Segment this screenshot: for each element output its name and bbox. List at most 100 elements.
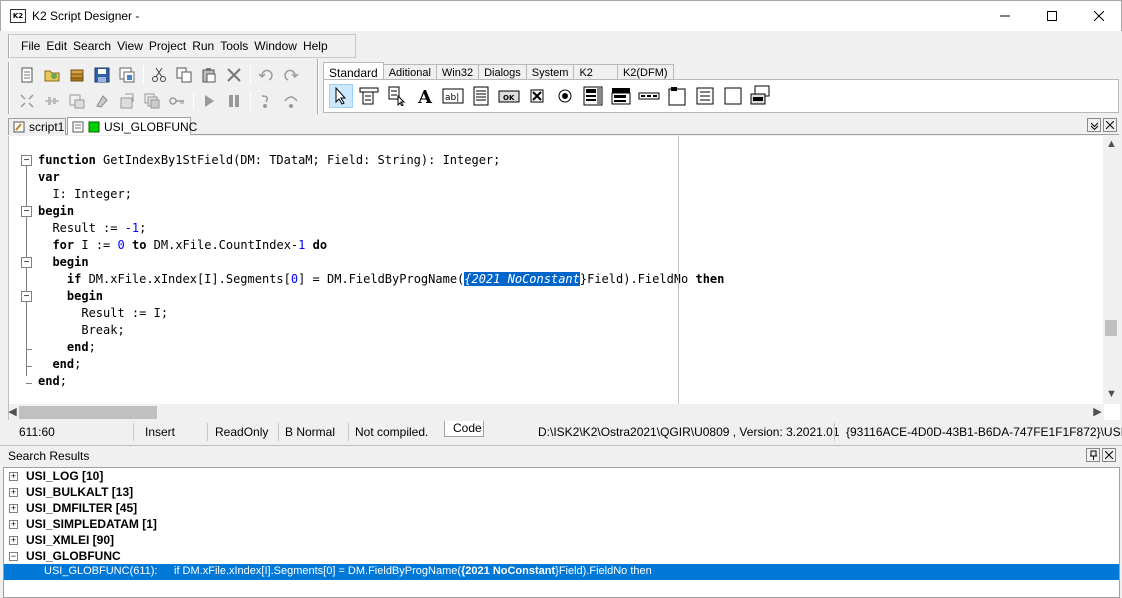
key-button[interactable] bbox=[168, 92, 186, 110]
code-line[interactable]: if DM.xFile.xIndex[I].Segments[0] = DM.F… bbox=[38, 271, 724, 288]
mainmenu-tool[interactable] bbox=[357, 84, 381, 108]
expand-plus-icon[interactable]: + bbox=[9, 519, 18, 529]
fold-toggle[interactable]: − bbox=[21, 291, 32, 302]
delete-button[interactable] bbox=[225, 66, 243, 84]
run-button[interactable] bbox=[200, 92, 218, 110]
popupmenu-tool[interactable] bbox=[385, 84, 409, 108]
vertical-scrollbar[interactable]: ▲ ▼ bbox=[1103, 136, 1120, 404]
code-line[interactable]: function GetIndexBy1StField(DM: TDataM; … bbox=[38, 152, 724, 169]
result-node[interactable]: + USI_LOG [10] bbox=[4, 468, 103, 484]
expand-plus-icon[interactable]: + bbox=[9, 487, 18, 497]
search-results-tree[interactable]: + USI_LOG [10] + USI_BULKALT [13] + USI_… bbox=[3, 467, 1120, 598]
pin-button[interactable] bbox=[1086, 448, 1100, 462]
undo-button[interactable] bbox=[257, 66, 275, 84]
menu-view[interactable]: View bbox=[115, 35, 147, 57]
align-button[interactable] bbox=[18, 92, 36, 110]
menu-tools[interactable]: Tools bbox=[218, 35, 252, 57]
result-node[interactable]: + USI_DMFILTER [45] bbox=[4, 500, 137, 516]
step-over-button[interactable] bbox=[282, 92, 300, 110]
combobox-tool[interactable] bbox=[609, 84, 633, 108]
pointer-tool[interactable] bbox=[329, 84, 353, 108]
code-line[interactable]: Result := -1; bbox=[38, 220, 724, 237]
save-button[interactable] bbox=[93, 66, 111, 84]
result-node[interactable]: − USI_GLOBFUNC bbox=[4, 548, 121, 564]
label-tool[interactable]: A bbox=[413, 84, 437, 108]
expand-plus-icon[interactable]: + bbox=[9, 503, 18, 513]
horizontal-scrollbar[interactable]: ◀ ▶ bbox=[8, 404, 1106, 421]
code-text[interactable]: function GetIndexBy1StField(DM: TDataM; … bbox=[38, 152, 724, 390]
code-line[interactable]: for I := 0 to DM.xFile.CountIndex-1 do bbox=[38, 237, 724, 254]
cut-button[interactable] bbox=[150, 66, 168, 84]
tab-order-button[interactable] bbox=[118, 92, 136, 110]
scroll-up-icon[interactable]: ▲ bbox=[1103, 138, 1120, 150]
new-unit-button[interactable] bbox=[18, 66, 36, 84]
tab-script1[interactable]: script1 bbox=[8, 118, 66, 135]
result-node[interactable]: + USI_SIMPLEDATAM [1] bbox=[4, 516, 157, 532]
actionlist-tool[interactable] bbox=[749, 84, 773, 108]
pause-button[interactable] bbox=[225, 92, 243, 110]
menu-project[interactable]: Project bbox=[147, 35, 190, 57]
code-token: to bbox=[131, 238, 147, 252]
search-results-close-button[interactable] bbox=[1102, 448, 1116, 462]
minimize-button[interactable] bbox=[982, 1, 1028, 31]
expand-plus-icon[interactable]: + bbox=[9, 535, 18, 545]
code-line[interactable]: Result := I; bbox=[38, 305, 724, 322]
groupbox-tool[interactable] bbox=[665, 84, 689, 108]
expand-plus-icon[interactable]: + bbox=[9, 471, 18, 481]
fold-toggle[interactable]: − bbox=[21, 206, 32, 217]
code-line[interactable]: end; bbox=[38, 339, 724, 356]
code-line[interactable]: begin bbox=[38, 254, 724, 271]
component-button[interactable] bbox=[93, 92, 111, 110]
horizontal-scroll-thumb[interactable] bbox=[19, 406, 157, 419]
open-button[interactable] bbox=[43, 66, 61, 84]
step-into-button[interactable] bbox=[257, 92, 275, 110]
copy-button[interactable] bbox=[175, 66, 193, 84]
radiogroup-tool[interactable] bbox=[693, 84, 717, 108]
maximize-button[interactable] bbox=[1029, 1, 1075, 31]
code-line[interactable]: begin bbox=[38, 288, 724, 305]
checkbox-tool[interactable] bbox=[525, 84, 549, 108]
save-all-button[interactable] bbox=[118, 66, 136, 84]
scroll-right-icon[interactable]: ▶ bbox=[1089, 405, 1106, 418]
menu-search[interactable]: Search bbox=[71, 35, 115, 57]
open-project-button[interactable] bbox=[68, 66, 86, 84]
checkbox-icon bbox=[530, 89, 544, 103]
tab-usi-globfunc[interactable]: USI_GLOBFUNC bbox=[67, 117, 197, 135]
menu-help[interactable]: Help bbox=[301, 35, 332, 57]
paste-button[interactable] bbox=[200, 66, 218, 84]
menu-file[interactable]: File bbox=[19, 35, 44, 57]
code-line[interactable]: I: Integer; bbox=[38, 186, 724, 203]
code-line[interactable]: var bbox=[38, 169, 724, 186]
close-button[interactable] bbox=[1076, 1, 1122, 31]
edit-tool[interactable]: ab| bbox=[441, 84, 465, 108]
menu-run[interactable]: Run bbox=[190, 35, 218, 57]
code-line[interactable]: end; bbox=[38, 373, 724, 390]
result-node[interactable]: + USI_XMLEI [90] bbox=[4, 532, 114, 548]
fold-toggle[interactable]: − bbox=[21, 155, 32, 166]
tab-close-button[interactable] bbox=[1103, 118, 1117, 132]
tab-list-button[interactable] bbox=[1087, 118, 1101, 132]
collapse-minus-icon[interactable]: − bbox=[9, 551, 18, 561]
radiobutton-tool[interactable] bbox=[553, 84, 577, 108]
code-editor[interactable]: − − − − function GetIndexBy1StField(DM: … bbox=[8, 136, 1120, 421]
fold-toggle[interactable]: − bbox=[21, 257, 32, 268]
menu-edit[interactable]: Edit bbox=[44, 35, 71, 57]
scrollbar-tool[interactable] bbox=[637, 84, 661, 108]
scroll-down-icon[interactable]: ▼ bbox=[1103, 388, 1120, 400]
memo-tool[interactable] bbox=[469, 84, 493, 108]
creation-order-button[interactable] bbox=[143, 92, 161, 110]
tab-code-view[interactable]: Code bbox=[444, 421, 484, 437]
search-match-row[interactable]: USI_GLOBFUNC(611): if DM.xFile.xIndex[I]… bbox=[4, 564, 1119, 580]
panel-tool[interactable] bbox=[721, 84, 745, 108]
redo-button[interactable] bbox=[282, 66, 300, 84]
code-line[interactable]: Break; bbox=[38, 322, 724, 339]
menu-window[interactable]: Window bbox=[252, 35, 301, 57]
vertical-scroll-thumb[interactable] bbox=[1105, 320, 1117, 336]
listbox-tool[interactable] bbox=[581, 84, 605, 108]
code-line[interactable]: end; bbox=[38, 356, 724, 373]
form-button[interactable] bbox=[68, 92, 86, 110]
result-node[interactable]: + USI_BULKALT [13] bbox=[4, 484, 133, 500]
size-button[interactable] bbox=[43, 92, 61, 110]
button-tool[interactable]: OK bbox=[497, 84, 521, 108]
code-line[interactable]: begin bbox=[38, 203, 724, 220]
